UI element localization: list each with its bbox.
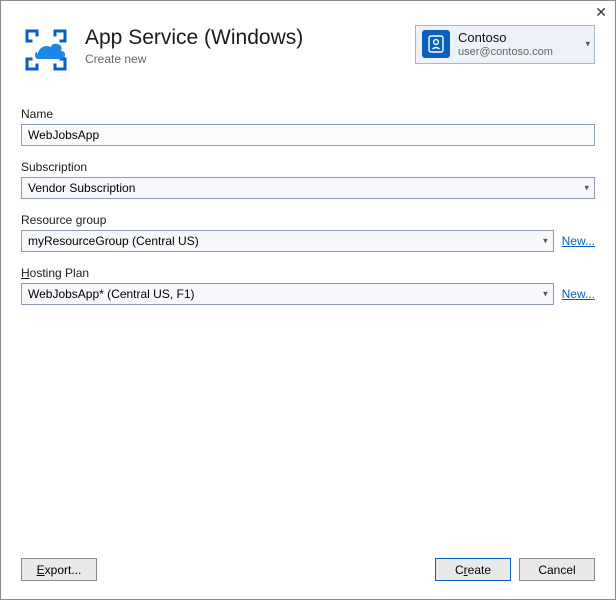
dialog-title: App Service (Windows) <box>85 25 415 50</box>
form-body: Name Subscription Resource group New... … <box>1 83 615 544</box>
subscription-label: Subscription <box>21 160 595 174</box>
dialog-subtitle: Create new <box>85 52 415 66</box>
name-input[interactable] <box>21 124 595 146</box>
account-picker[interactable]: Contoso user@contoso.com ▾ <box>415 25 595 64</box>
export-button[interactable]: Export... <box>21 558 97 581</box>
subscription-select[interactable] <box>21 177 595 199</box>
cancel-button[interactable]: Cancel <box>519 558 595 581</box>
dialog-footer: Export... Create Cancel <box>1 544 615 599</box>
hosting-plan-new-link[interactable]: New... <box>562 287 595 301</box>
name-label: Name <box>21 107 595 121</box>
account-name: Contoso <box>458 30 553 46</box>
hosting-plan-label: Hosting Plan <box>21 266 595 280</box>
dialog-header: App Service (Windows) Create new Contoso… <box>1 1 615 83</box>
chevron-down-icon: ▾ <box>585 39 590 50</box>
account-badge-icon <box>422 30 450 58</box>
resource-group-label: Resource group <box>21 213 595 227</box>
resource-group-select[interactable] <box>21 230 554 252</box>
hosting-plan-select[interactable] <box>21 283 554 305</box>
close-icon[interactable]: ✕ <box>595 5 607 19</box>
create-button[interactable]: Create <box>435 558 511 581</box>
app-service-icon <box>21 25 71 75</box>
resource-group-new-link[interactable]: New... <box>562 234 595 248</box>
dialog-app-service-create: ✕ App Service (Windows) Create new <box>0 0 616 600</box>
account-email: user@contoso.com <box>458 46 553 59</box>
